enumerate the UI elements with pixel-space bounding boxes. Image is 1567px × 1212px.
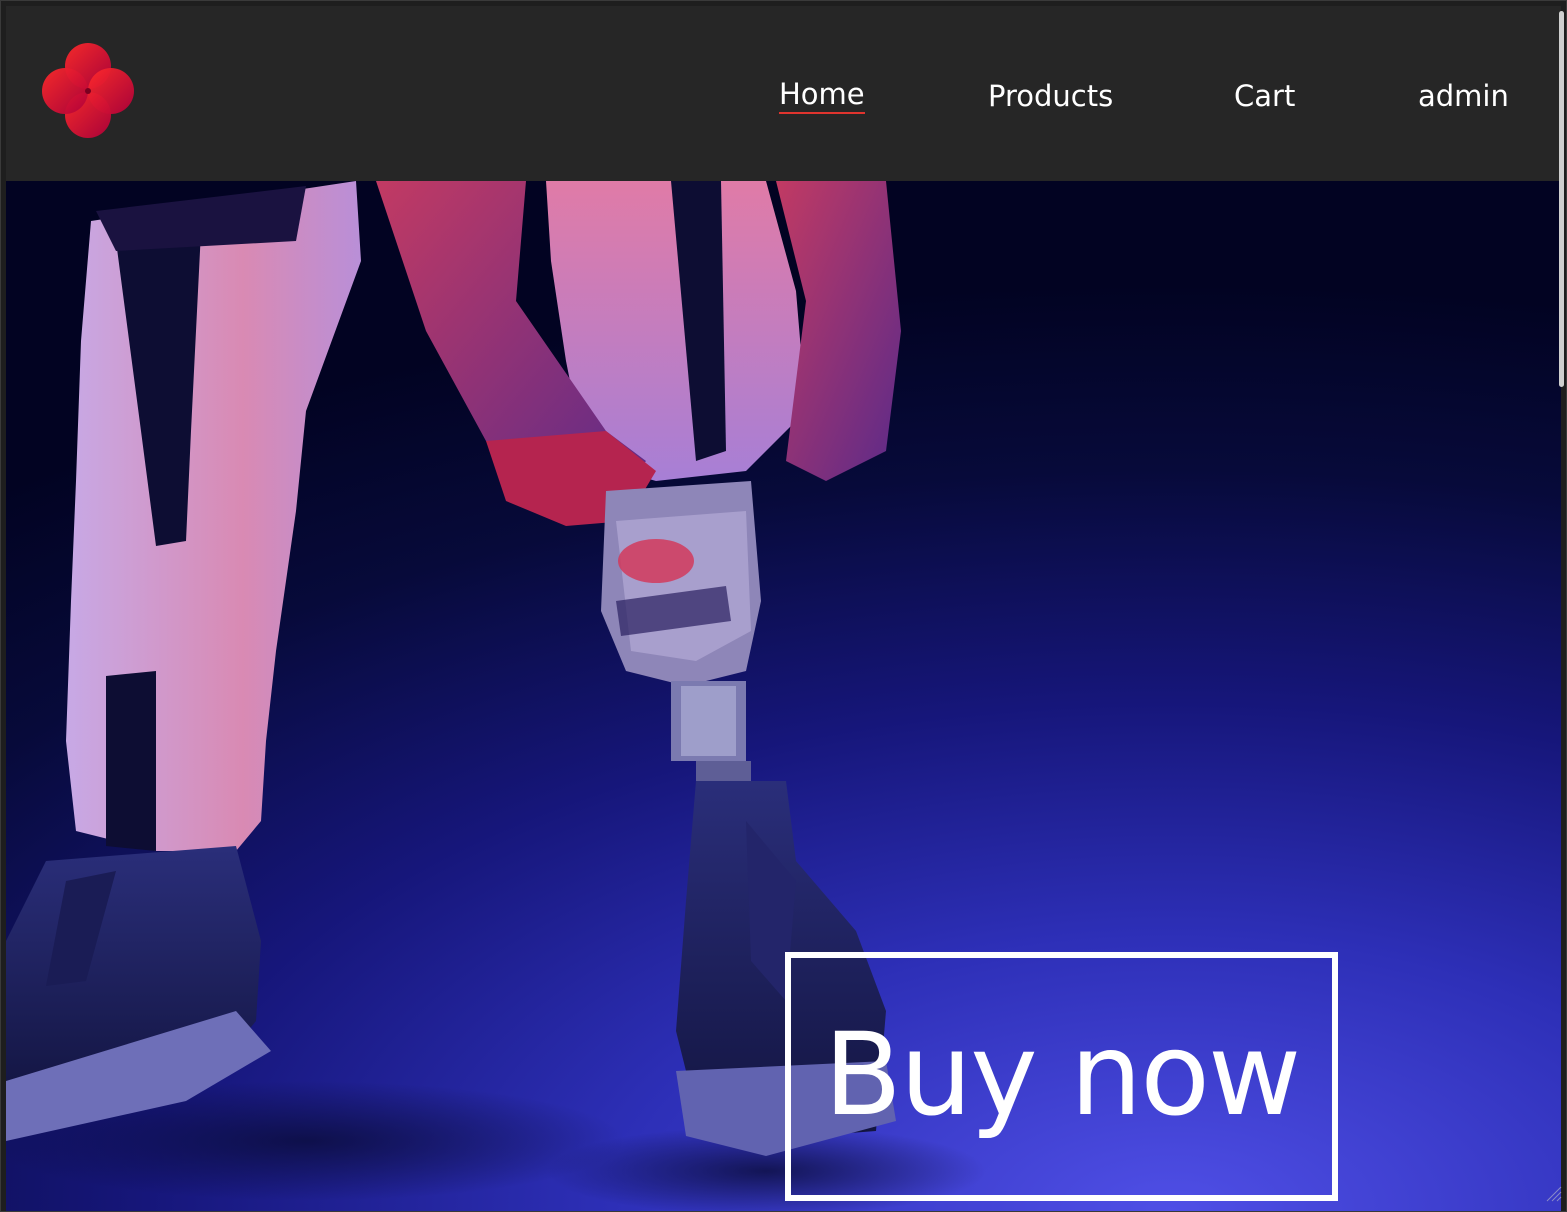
hero-section: Buy now bbox=[6, 181, 1561, 1211]
nav-link-cart[interactable]: Cart bbox=[1234, 76, 1295, 116]
resize-grip-icon[interactable] bbox=[1541, 1181, 1563, 1203]
nav-link-admin[interactable]: admin bbox=[1418, 76, 1509, 116]
buy-now-label: Buy now bbox=[823, 1008, 1301, 1141]
nav-link-home[interactable]: Home bbox=[779, 76, 865, 114]
scrollbar-thumb[interactable] bbox=[1559, 11, 1564, 387]
nav-link-products[interactable]: Products bbox=[988, 76, 1113, 116]
browser-frame: Home Products Cart admin Buy now bbox=[0, 0, 1567, 1212]
logo-icon[interactable] bbox=[38, 39, 138, 139]
navbar: Home Products Cart admin bbox=[6, 6, 1561, 181]
buy-now-button[interactable]: Buy now bbox=[785, 952, 1338, 1201]
